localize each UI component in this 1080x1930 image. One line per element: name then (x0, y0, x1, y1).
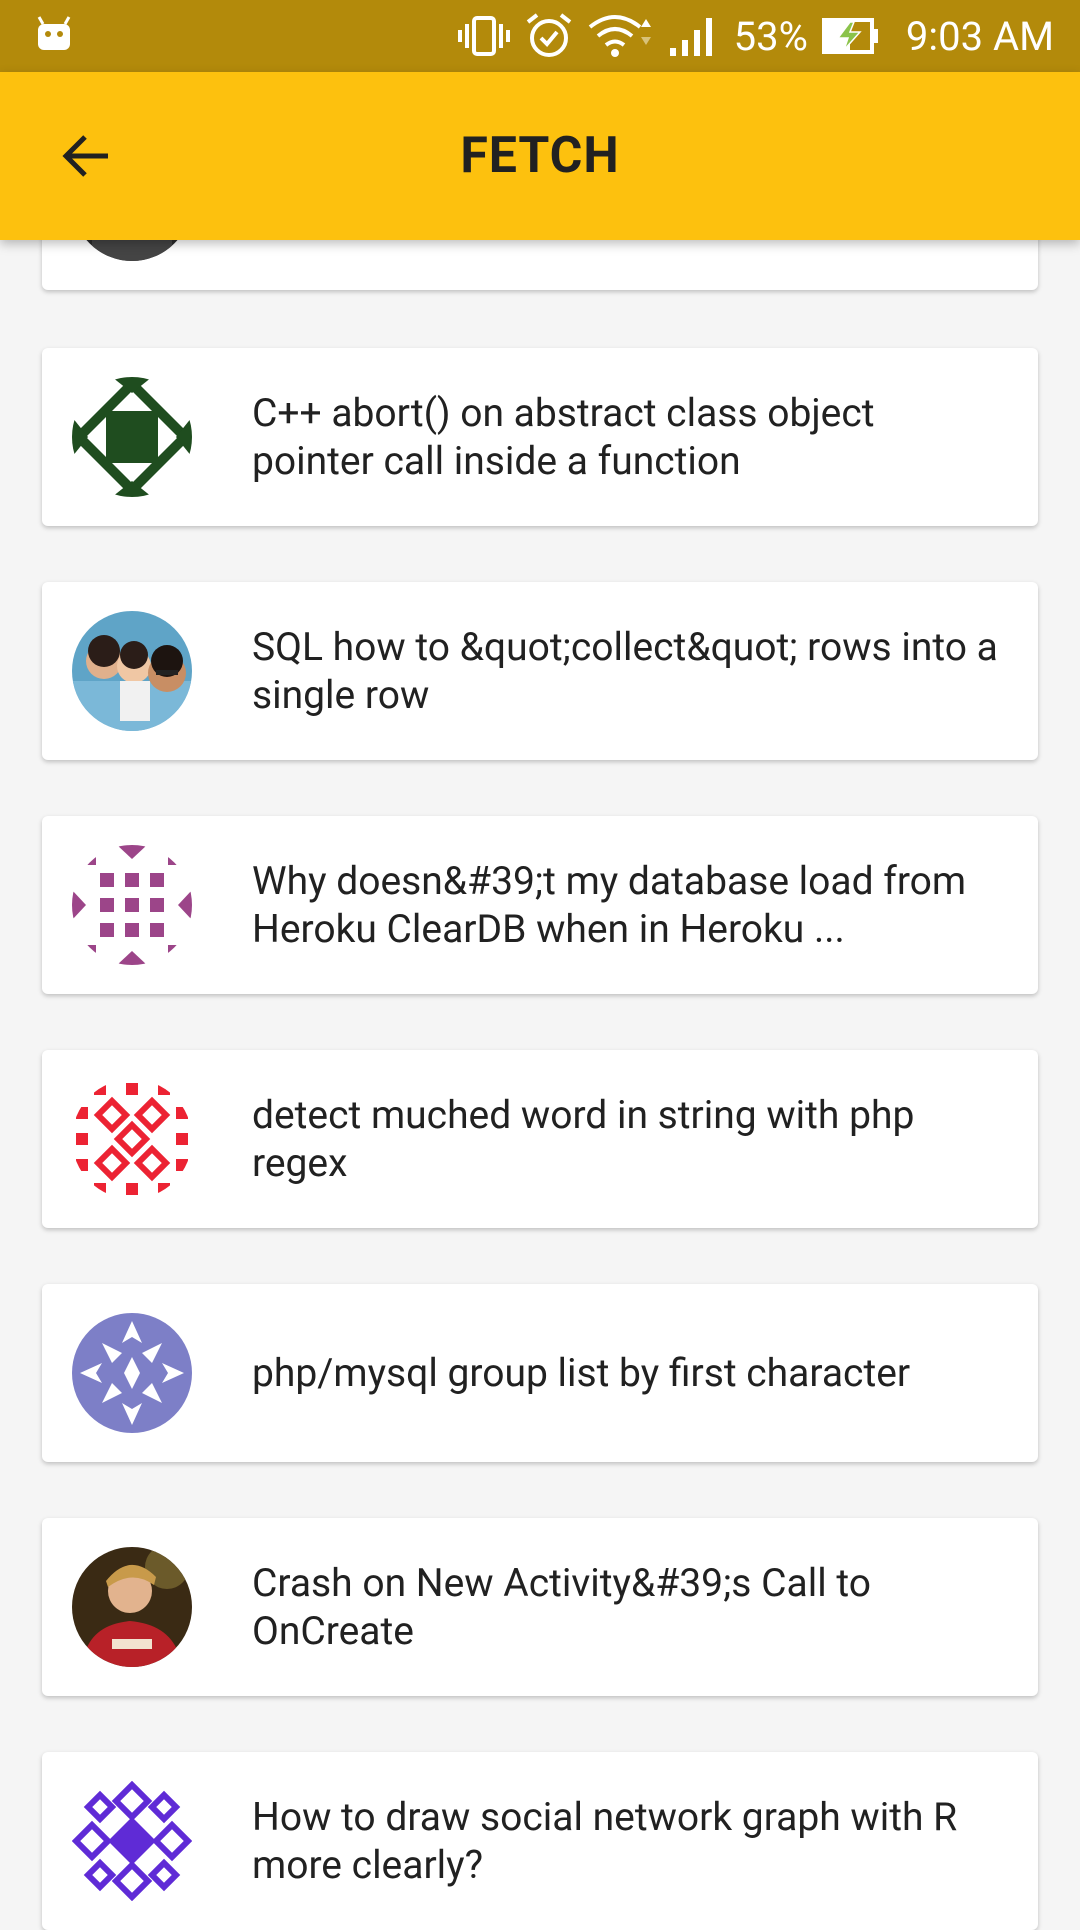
question-title: php/mysql group list by first character (252, 1350, 911, 1396)
question-title: C++ abort() on abstract class object poi… (252, 390, 875, 484)
page-title: FETCH (460, 127, 620, 185)
avatar (72, 1313, 192, 1433)
alarm-icon (524, 12, 574, 60)
clock: 9:03 AM (905, 12, 1054, 60)
avatar (72, 611, 192, 731)
back-button[interactable] (52, 122, 120, 190)
list-item[interactable]: How to draw social network graph with R … (42, 1752, 1038, 1930)
status-bar: 53% 9:03 AM (0, 0, 1080, 72)
list-item[interactable]: Crash on New Activity&#39;s Call to OnCr… (42, 1518, 1038, 1696)
list-item[interactable]: SQL how to &quot;collect&quot; rows into… (42, 582, 1038, 760)
battery-charging-icon (821, 16, 880, 56)
question-title: Crash on New Activity&#39;s Call to OnCr… (252, 1560, 871, 1654)
wifi-icon (588, 13, 654, 59)
avatar (72, 845, 192, 965)
list-item[interactable]: C++ abort() on abstract class object poi… (42, 348, 1038, 526)
avatar (72, 377, 192, 497)
list-item[interactable]: php/mysql group list by first character (42, 1284, 1038, 1462)
avatar (72, 1547, 192, 1667)
battery-percent: 53% (733, 12, 808, 60)
question-title: Why doesn&#39;t my database load from He… (252, 858, 967, 952)
arrow-left-icon (62, 135, 108, 177)
list-item[interactable]: detect muched word in string with php re… (42, 1050, 1038, 1228)
question-title: detect muched word in string with php re… (252, 1092, 915, 1186)
app-bar: FETCH (0, 72, 1080, 240)
android-icon (34, 16, 74, 56)
list-item[interactable]: Why doesn&#39;t my database load from He… (42, 816, 1038, 994)
question-title: How to draw social network graph with R … (252, 1794, 958, 1888)
avatar (72, 1781, 192, 1901)
question-title: SQL how to &quot;collect&quot; rows into… (252, 624, 998, 718)
signal-icon (668, 14, 720, 58)
avatar (72, 1079, 192, 1199)
vibrate-icon (457, 14, 510, 58)
